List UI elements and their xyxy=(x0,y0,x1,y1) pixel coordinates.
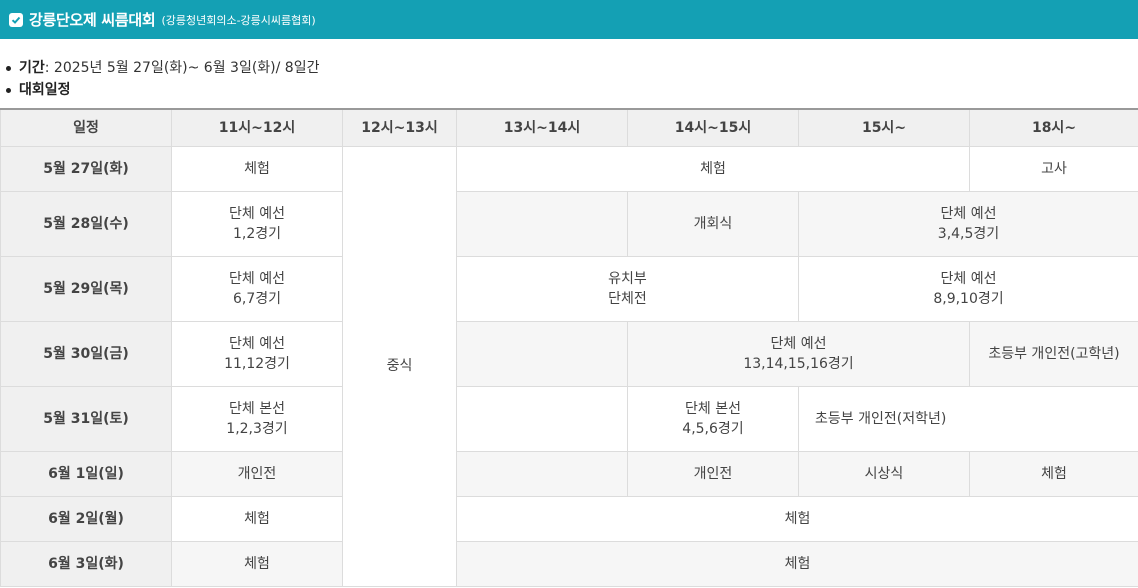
schedule-cell: 시상식 xyxy=(798,450,970,497)
column-header: 14시~15시 xyxy=(627,108,799,147)
column-header: 18시~ xyxy=(969,108,1138,147)
schedule-item: 대회일정 xyxy=(4,79,1138,101)
day-cell: 6월 2일(월) xyxy=(0,495,172,542)
schedule-cell xyxy=(456,385,628,452)
schedule-cell: 단체 예선 1,2경기 xyxy=(171,190,343,257)
schedule-cell: 개인전 xyxy=(171,450,343,497)
schedule-cell: 체험 xyxy=(969,450,1138,497)
bullet-icon xyxy=(6,87,11,93)
section-title: 강릉단오제 씨름대회 xyxy=(29,11,156,29)
schedule-cell: 단체 예선 13,14,15,16경기 xyxy=(627,320,970,387)
day-cell: 5월 27일(화) xyxy=(0,145,172,192)
schedule-cell: 초등부 개인전(고학년) xyxy=(969,320,1138,387)
table-header-row: 일정 11시~12시 12시~13시 13시~14시 14시~15시 15시~ … xyxy=(0,108,1138,147)
day-cell: 5월 31일(토) xyxy=(0,385,172,452)
schedule-cell: 체험 xyxy=(171,495,343,542)
table-row: 5월 29일(목) 단체 예선 6,7경기 유치부 단체전 단체 예선 8,9,… xyxy=(0,255,1138,322)
schedule-cell: 개인전 xyxy=(627,450,799,497)
schedule-cell xyxy=(456,320,628,387)
schedule-label: 대회일정 xyxy=(19,82,71,98)
table-row: 5월 27일(화) 체험 중식 체험 고사 xyxy=(0,145,1138,587)
column-header: 13시~14시 xyxy=(456,108,628,147)
schedule-cell: 체험 xyxy=(456,145,970,192)
schedule-table: 일정 11시~12시 12시~13시 13시~14시 14시~15시 15시~ … xyxy=(0,108,1138,587)
schedule-cell: 체험 xyxy=(456,540,1138,587)
period-item: 기간 : 2025년 5월 27일(화)~ 6월 3일(화)/ 8일간 xyxy=(4,57,1138,79)
table-row: 5월 28일(수) 단체 예선 1,2경기 개회식 단체 예선 3,4,5경기 xyxy=(0,190,1138,257)
column-header: 11시~12시 xyxy=(171,108,343,147)
schedule-cell: 단체 예선 3,4,5경기 xyxy=(798,190,1138,257)
period-value: : 2025년 5월 27일(화)~ 6월 3일(화)/ 8일간 xyxy=(44,60,320,76)
day-cell: 5월 28일(수) xyxy=(0,190,172,257)
schedule-cell: 단체 본선 1,2,3경기 xyxy=(171,385,343,452)
event-info: 기간 : 2025년 5월 27일(화)~ 6월 3일(화)/ 8일간 대회일정 xyxy=(0,39,1138,108)
schedule-cell: 단체 예선 6,7경기 xyxy=(171,255,343,322)
schedule-cell: 체험 xyxy=(171,145,343,192)
table-row: 5월 31일(토) 단체 본선 1,2,3경기 단체 본선 4,5,6경기 초등… xyxy=(0,385,1138,452)
table-row: 6월 1일(일) 개인전 개인전 시상식 체험 xyxy=(0,450,1138,497)
schedule-cell: 단체 예선 11,12경기 xyxy=(171,320,343,387)
bullet-icon xyxy=(6,65,11,71)
day-cell: 6월 3일(화) xyxy=(0,540,172,587)
day-cell: 6월 1일(일) xyxy=(0,450,172,497)
schedule-cell: 단체 본선 4,5,6경기 xyxy=(627,385,799,452)
schedule-cell: 초등부 개인전(저학년) xyxy=(798,385,1138,452)
column-header: 12시~13시 xyxy=(342,108,457,147)
schedule-cell: 개회식 xyxy=(627,190,799,257)
schedule-cell: 단체 예선 8,9,10경기 xyxy=(798,255,1138,322)
schedule-cell xyxy=(456,190,628,257)
schedule-cell: 체험 xyxy=(456,495,1138,542)
schedule-cell xyxy=(456,450,628,497)
section-header: 강릉단오제 씨름대회 (강릉청년회의소-강릉시씨름협회) xyxy=(0,0,1138,39)
table-row: 5월 30일(금) 단체 예선 11,12경기 단체 예선 13,14,15,1… xyxy=(0,320,1138,387)
checkbox-icon xyxy=(9,12,23,27)
table-row: 6월 2일(월) 체험 체험 xyxy=(0,495,1138,542)
day-cell: 5월 29일(목) xyxy=(0,255,172,322)
schedule-cell: 유치부 단체전 xyxy=(456,255,799,322)
section-organizer: (강릉청년회의소-강릉시씨름협회) xyxy=(161,13,316,27)
day-cell: 5월 30일(금) xyxy=(0,320,172,387)
column-header: 15시~ xyxy=(798,108,970,147)
lunch-cell: 중식 xyxy=(342,145,457,587)
schedule-cell: 고사 xyxy=(969,145,1138,192)
column-header: 일정 xyxy=(0,108,172,147)
table-row: 6월 3일(화) 체험 체험 xyxy=(0,540,1138,587)
period-label: 기간 xyxy=(19,60,45,76)
schedule-cell: 체험 xyxy=(171,540,343,587)
